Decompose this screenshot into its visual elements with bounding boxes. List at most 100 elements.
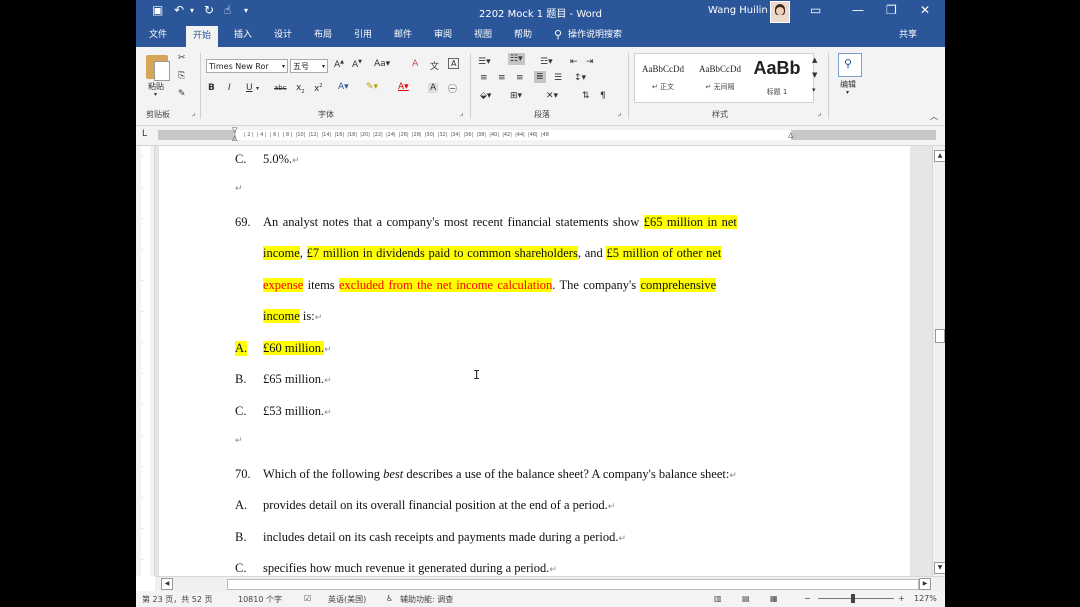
right-indent-marker-icon[interactable]: △: [788, 131, 793, 139]
language[interactable]: 英语(美国): [328, 594, 366, 605]
clear-formatting-icon[interactable]: A: [412, 59, 418, 69]
strikethrough-icon[interactable]: abc: [274, 84, 287, 92]
close-icon[interactable]: ✕: [920, 3, 930, 17]
underline-icon[interactable]: U: [246, 83, 253, 93]
word-count[interactable]: 10810 个字: [238, 594, 282, 605]
option-text[interactable]: provides detail on its overall financial…: [263, 498, 615, 513]
tab-help[interactable]: 帮助: [508, 23, 538, 47]
multilevel-list-icon[interactable]: ☲▾: [540, 57, 553, 67]
character-shading-icon[interactable]: A: [428, 83, 439, 93]
scroll-left-icon[interactable]: ◀: [161, 578, 173, 590]
scroll-down-icon[interactable]: ▼: [934, 562, 945, 574]
scroll-up-icon[interactable]: ▲: [934, 150, 945, 162]
zoom-level[interactable]: 127%: [914, 594, 937, 603]
option-text[interactable]: £65 million.↵: [263, 372, 332, 387]
text-effects-icon[interactable]: A▾: [338, 82, 349, 92]
highlight-icon[interactable]: ✎▾: [366, 82, 378, 92]
numbering-icon[interactable]: ☷▾: [508, 53, 525, 65]
styles-launcher-icon[interactable]: ⌟: [818, 109, 821, 117]
tab-view[interactable]: 视图: [468, 23, 498, 47]
sort-icon[interactable]: ⇅: [582, 91, 590, 101]
proofing-icon[interactable]: ☑: [304, 594, 311, 603]
avatar[interactable]: [770, 1, 790, 23]
page-count[interactable]: 第 23 页，共 52 页: [142, 594, 213, 605]
underline-dropdown-icon[interactable]: ▾: [256, 85, 259, 92]
print-layout-icon[interactable]: ▤: [742, 594, 750, 603]
indent-marker-icon[interactable]: ▽ △: [232, 126, 237, 142]
document-area[interactable]: C. 5.0%.↵ ↵ 69. An analyst notes that a …: [155, 146, 932, 576]
zoom-out-icon[interactable]: −: [804, 594, 811, 603]
question-line[interactable]: income is:↵: [263, 309, 322, 324]
styles-scroll-icon[interactable]: ▲ ▼ ▾: [812, 53, 817, 98]
tab-design[interactable]: 设计: [268, 23, 298, 47]
accessibility-icon[interactable]: ♿: [386, 594, 393, 603]
minimize-icon[interactable]: —: [852, 3, 864, 17]
borders-icon[interactable]: ⊞▾: [510, 91, 522, 101]
tell-me-search[interactable]: 操作说明搜索: [568, 23, 640, 47]
tab-insert[interactable]: 插入: [228, 23, 258, 47]
option-text[interactable]: £53 million.↵: [263, 404, 332, 419]
grow-font-icon[interactable]: A▲: [334, 59, 344, 70]
option-text[interactable]: 5.0%.↵: [263, 152, 300, 167]
style-no-spacing[interactable]: AaBbCcDd ↵ 无间隔: [692, 54, 748, 102]
zoom-slider-knob[interactable]: [851, 594, 855, 603]
horizontal-scrollbar[interactable]: ◀ ▶: [155, 576, 945, 591]
ribbon-display-options-icon[interactable]: ▭: [810, 3, 821, 17]
justify-icon[interactable]: ≣: [534, 71, 546, 83]
change-case-icon[interactable]: Aa▾: [374, 59, 390, 69]
bold-icon[interactable]: B: [208, 83, 215, 93]
paste-icon[interactable]: [146, 55, 170, 81]
increase-indent-icon[interactable]: ⇥: [586, 57, 594, 67]
phonetic-guide-icon[interactable]: 文: [430, 59, 439, 72]
web-layout-icon[interactable]: ▦: [770, 594, 778, 603]
question-line[interactable]: An analyst notes that a company's most r…: [263, 215, 737, 230]
horizontal-ruler[interactable]: L ▽ △ △ | 2 | | 4 | | 6 | | 8 | |10| |12|…: [136, 126, 945, 146]
tab-home[interactable]: 开始: [186, 26, 218, 47]
option-text[interactable]: includes detail on its cash receipts and…: [263, 530, 626, 545]
format-painter-icon[interactable]: ✎: [178, 89, 186, 99]
align-right-icon[interactable]: ≡: [516, 73, 524, 83]
share-button[interactable]: 共享: [888, 23, 928, 47]
decrease-indent-icon[interactable]: ⇤: [570, 57, 578, 67]
clipboard-launcher-icon[interactable]: ⌟: [192, 109, 195, 117]
question-line[interactable]: expense items excluded from the net inco…: [263, 278, 717, 293]
font-color-icon[interactable]: A▾: [398, 82, 409, 92]
tab-file[interactable]: 文件: [142, 23, 174, 47]
style-heading-1[interactable]: AaBb 标题 1: [749, 54, 805, 102]
accessibility-status[interactable]: 辅助功能: 调查: [400, 594, 453, 605]
font-launcher-icon[interactable]: ⌟: [460, 109, 463, 117]
cut-icon[interactable]: ✂: [178, 53, 186, 63]
vertical-ruler[interactable]: · · · · · · · · · · · · · ·: [136, 146, 155, 576]
enclose-characters-icon[interactable]: ㊀: [448, 82, 457, 95]
paragraph-launcher-icon[interactable]: ⌟: [618, 109, 621, 117]
italic-icon[interactable]: I: [228, 83, 231, 93]
shading-icon[interactable]: ⬙▾: [480, 91, 491, 101]
search-icon[interactable]: ⚲: [838, 53, 862, 77]
tab-selector-icon[interactable]: L: [142, 129, 147, 139]
vertical-scrollbar[interactable]: ▲ ▼: [932, 146, 945, 576]
scrollbar-thumb[interactable]: [935, 329, 945, 343]
user-name[interactable]: Wang Huilin: [708, 5, 768, 16]
align-left-icon[interactable]: ≡: [480, 73, 488, 83]
chinese-layout-icon[interactable]: ✕▾: [546, 91, 558, 101]
option-text[interactable]: £60 million.↵: [263, 341, 332, 356]
read-mode-icon[interactable]: ▥: [714, 594, 722, 603]
tab-references[interactable]: 引用: [348, 23, 378, 47]
shrink-font-icon[interactable]: A▼: [352, 59, 362, 70]
tab-review[interactable]: 审阅: [428, 23, 458, 47]
paste-dropdown-icon[interactable]: ▾: [154, 91, 157, 98]
question-line[interactable]: income, £7 million in dividends paid to …: [263, 246, 722, 261]
scroll-right-icon[interactable]: ▶: [919, 578, 931, 590]
option-text[interactable]: specifies how much revenue it generated …: [263, 561, 557, 576]
character-border-icon[interactable]: A: [448, 58, 460, 69]
tab-mailings[interactable]: 邮件: [388, 23, 418, 47]
zoom-in-icon[interactable]: +: [898, 594, 905, 603]
show-hide-marks-icon[interactable]: ¶: [600, 91, 606, 101]
collapse-ribbon-icon[interactable]: ︿: [930, 111, 938, 122]
question-line[interactable]: Which of the following best describes a …: [263, 467, 737, 482]
style-normal[interactable]: AaBbCcDd ↵ 正文: [635, 54, 691, 102]
superscript-icon[interactable]: x2: [314, 83, 323, 94]
bullets-icon[interactable]: ☰▾: [478, 57, 491, 67]
copy-icon[interactable]: ⎘: [178, 71, 185, 81]
zoom-slider[interactable]: [818, 598, 894, 599]
